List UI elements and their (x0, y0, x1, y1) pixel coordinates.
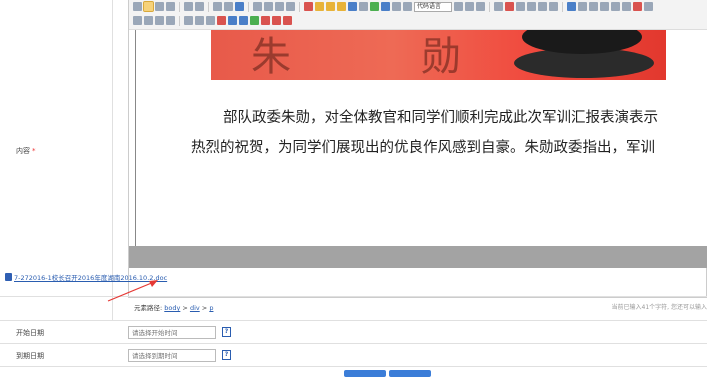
form-table: 内容 * 代码语言 朱 勋 部队政委朱勋，对全体教官和同学们顺利完成此次军训汇报… (0, 0, 707, 377)
annotation-arrow-line (107, 281, 155, 302)
annotation-arrow (107, 280, 158, 302)
annotation-arrow-head (149, 280, 158, 287)
